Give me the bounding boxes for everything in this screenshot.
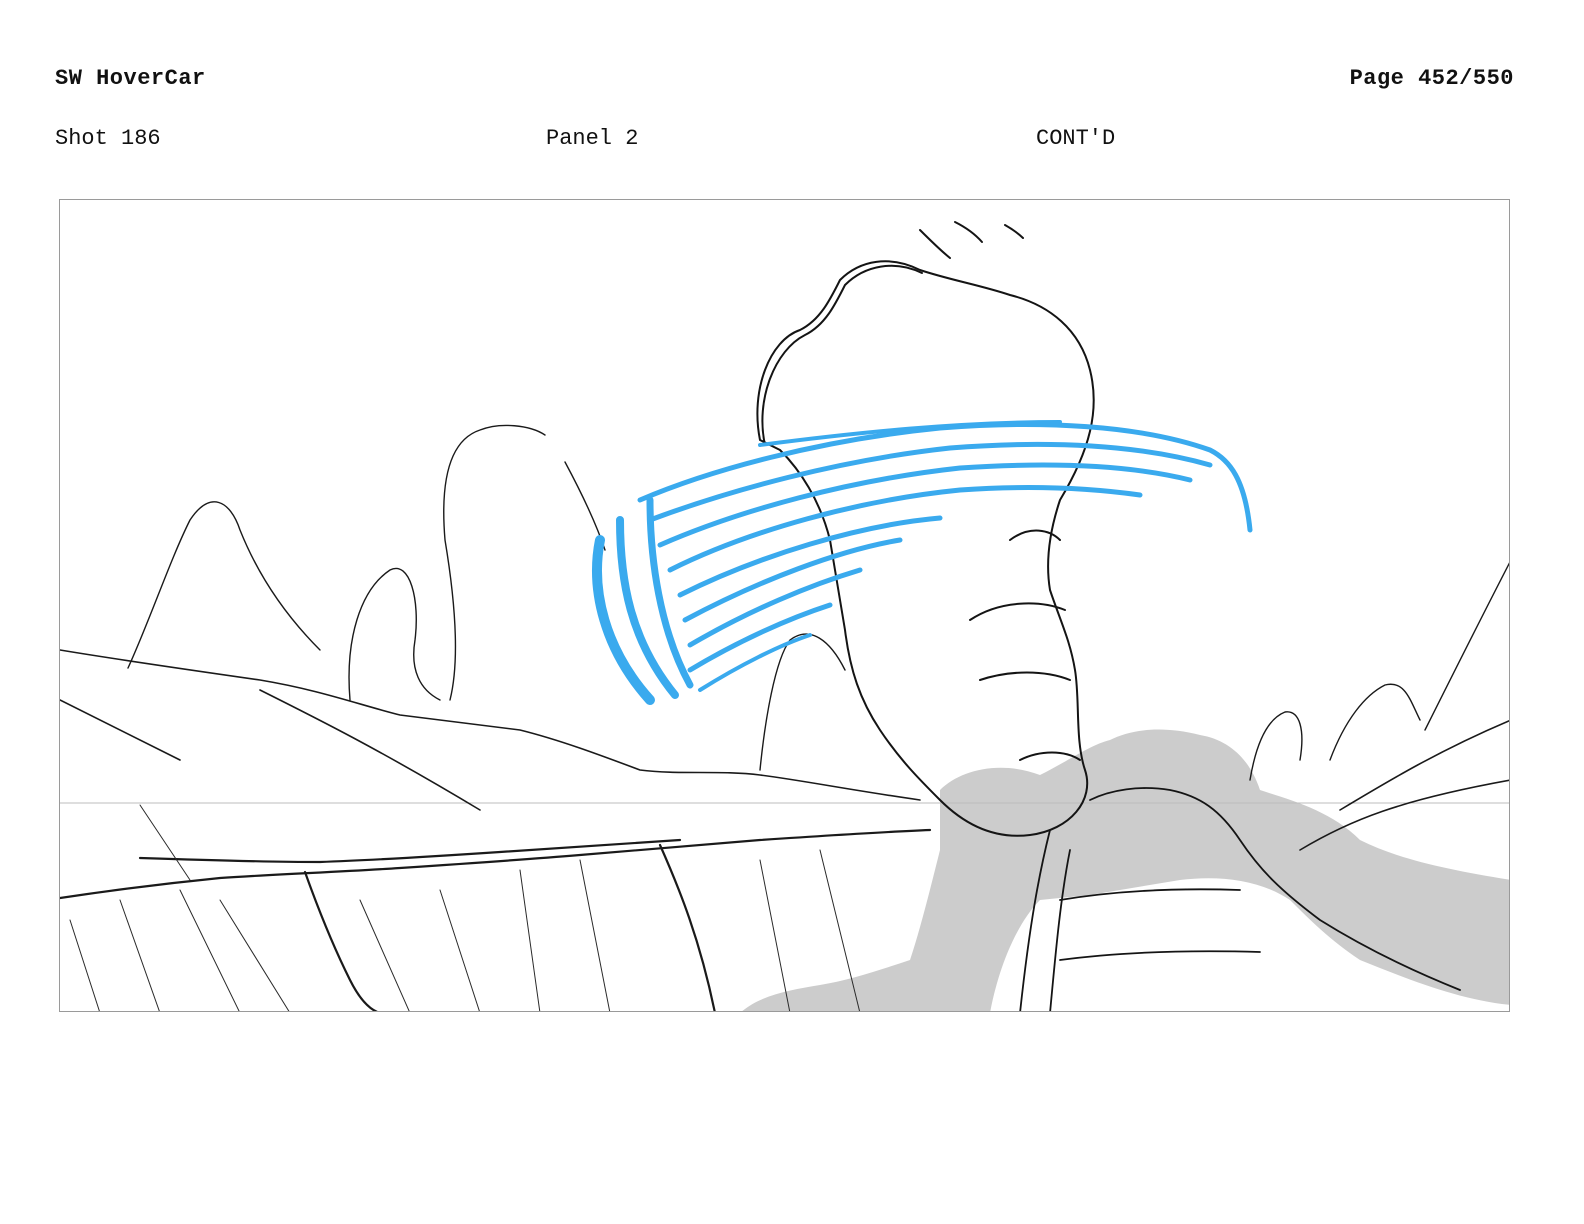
rock-formation xyxy=(756,221,1095,837)
smoke-cloud xyxy=(742,729,1509,1011)
continuity-label: CONT'D xyxy=(1036,126,1116,151)
storyboard-panel xyxy=(59,199,1510,1012)
shot-number: Shot 186 xyxy=(55,126,161,151)
hovercar-motion-streak xyxy=(592,420,1253,705)
page-number: Page 452/550 xyxy=(1349,66,1514,91)
production-title: SW HoverCar xyxy=(55,66,206,91)
cliff-hatching xyxy=(69,804,861,1011)
panel-number: Panel 2 xyxy=(546,126,639,151)
storyboard-sketch xyxy=(60,221,1509,1011)
foreground-cliffs xyxy=(60,828,932,1011)
background-mountains xyxy=(127,424,1509,781)
